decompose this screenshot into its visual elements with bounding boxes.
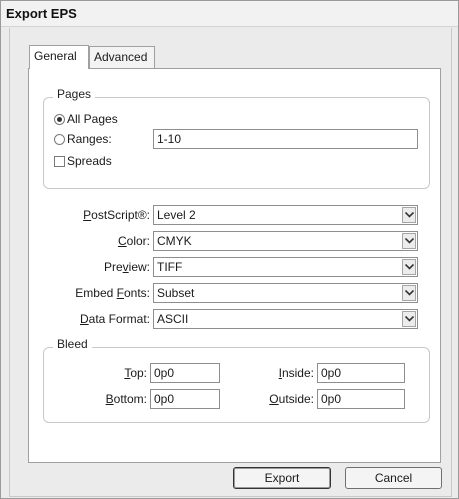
tab-general[interactable]: General <box>29 45 89 69</box>
all-pages-radio[interactable]: All Pages <box>54 111 118 127</box>
color-value: CMYK <box>157 234 192 248</box>
export-button[interactable]: Export <box>233 467 331 489</box>
cancel-button[interactable]: Cancel <box>345 467 442 489</box>
ranges-input[interactable] <box>153 129 418 149</box>
general-tab-panel: Pages All Pages Ranges: Spreads PostScri… <box>28 68 441 463</box>
bleed-outside-label: Outside: <box>269 392 314 406</box>
bleed-group-legend: Bleed <box>53 337 92 351</box>
postscript-value: Level 2 <box>157 208 196 222</box>
title-bar[interactable]: Export EPS <box>1 1 458 27</box>
embed-fonts-label: Embed Fonts: <box>75 286 150 300</box>
ranges-radio-indicator <box>54 133 65 145</box>
spreads-checkbox-box <box>54 155 65 167</box>
bleed-outside-input[interactable] <box>317 389 405 409</box>
tab-advanced-label: Advanced <box>94 50 148 64</box>
ranges-radio[interactable]: Ranges: <box>54 131 112 147</box>
chevron-down-icon[interactable] <box>402 311 416 327</box>
data-format-value: ASCII <box>157 312 189 326</box>
postscript-label: PostScript®: <box>83 208 150 222</box>
pages-group-legend: Pages <box>53 87 96 101</box>
data-format-select[interactable]: ASCII <box>153 309 418 329</box>
color-label: Color: <box>117 234 150 248</box>
all-pages-radio-label: All Pages <box>67 112 118 126</box>
embed-fonts-select[interactable]: Subset <box>153 283 418 303</box>
cancel-button-label: Cancel <box>374 471 413 485</box>
export-button-label: Export <box>264 471 300 485</box>
postscript-select[interactable]: Level 2 <box>153 205 418 225</box>
embed-fonts-value: Subset <box>157 286 195 300</box>
bleed-bottom-label: Bottom: <box>105 392 147 406</box>
bleed-inside-input[interactable] <box>317 363 405 383</box>
dialog-title: Export EPS <box>6 6 77 21</box>
chevron-down-icon[interactable] <box>402 259 416 275</box>
tab-advanced[interactable]: Advanced <box>89 46 155 68</box>
bleed-inside-label: Inside: <box>278 366 314 380</box>
tab-general-label: General <box>34 49 77 63</box>
preview-select[interactable]: TIFF <box>153 257 418 277</box>
spreads-checkbox[interactable]: Spreads <box>54 153 112 169</box>
preview-label: Preview: <box>103 260 150 274</box>
ranges-radio-label: Ranges: <box>67 132 112 146</box>
all-pages-radio-indicator <box>54 113 65 125</box>
bleed-top-input[interactable] <box>150 363 220 383</box>
chevron-down-icon[interactable] <box>402 207 416 223</box>
bleed-top-label: Top: <box>124 366 147 380</box>
color-select[interactable]: CMYK <box>153 231 418 251</box>
chevron-down-icon[interactable] <box>402 285 416 301</box>
spreads-checkbox-label: Spreads <box>67 154 112 168</box>
data-format-label: Data Format: <box>79 312 150 326</box>
bleed-bottom-input[interactable] <box>150 389 220 409</box>
bleed-group <box>43 347 430 423</box>
chevron-down-icon[interactable] <box>402 233 416 249</box>
preview-value: TIFF <box>157 260 183 274</box>
